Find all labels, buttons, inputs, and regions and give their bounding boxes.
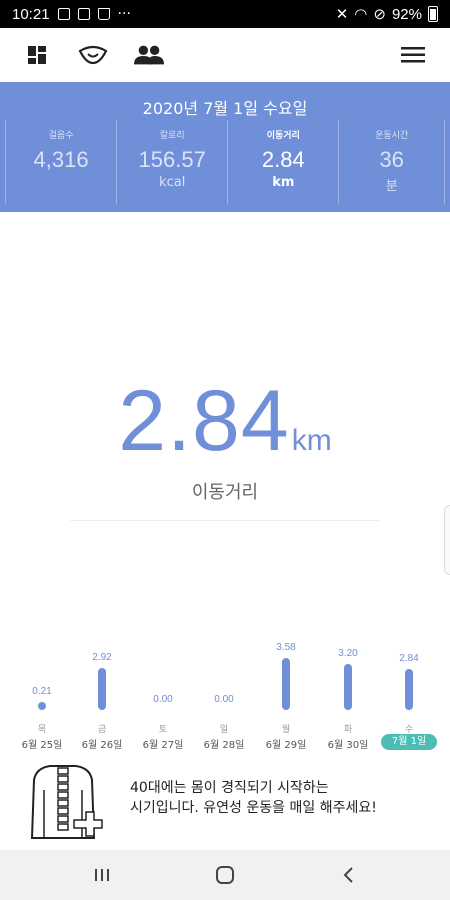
battery-icon — [428, 6, 438, 22]
stat-steps[interactable]: 걸음수 4,316 — [5, 120, 116, 204]
news-icon — [77, 8, 90, 20]
stat-unit: kcal — [159, 175, 186, 190]
chart-weekday-label: 일 — [219, 725, 229, 735]
chart-value-label: 0.21 — [32, 686, 52, 697]
chart-date-label: 6월 27일 — [142, 740, 184, 751]
chart-weekday-label: 월 — [281, 725, 291, 735]
chart-date-label: 6월 25일 — [21, 740, 63, 751]
menu-icon[interactable] — [398, 40, 428, 70]
spine-illustration-icon — [22, 760, 104, 842]
stat-value: 156.57 — [138, 147, 206, 172]
system-nav-bar — [0, 850, 450, 900]
eye-icon[interactable] — [78, 40, 108, 70]
chart-day-column[interactable]: 3.20 화 6월 30일 — [318, 640, 378, 755]
chart-value-label: 2.84 — [399, 653, 419, 664]
chart-day-column[interactable]: 2.84 수 7월 1일 — [379, 640, 439, 755]
stat-label: 걸음수 — [48, 131, 74, 141]
main-metric-unit: km — [291, 424, 332, 457]
chart-value-label: 2.92 — [92, 652, 112, 663]
stat-exercise-time[interactable]: 운동시간 36 분 — [338, 120, 445, 204]
stat-label: 운동시간 — [375, 131, 409, 141]
chart-date-label: 6월 28일 — [203, 740, 245, 751]
chart-value-label: 0.00 — [214, 694, 234, 705]
stat-value: 2.84 — [261, 147, 305, 172]
chart-weekday-label: 토 — [158, 725, 168, 735]
stat-value: 4,316 — [33, 147, 89, 172]
chart-day-column[interactable]: 2.92 금 6월 26일 — [72, 640, 132, 755]
stat-unit: 분 — [385, 179, 398, 194]
dnd-icon: ⊘ — [373, 6, 386, 23]
stat-calories[interactable]: 칼로리 156.57 kcal — [116, 120, 227, 204]
chart-bar — [282, 658, 290, 710]
main-metric: 2.84km — [0, 372, 450, 471]
daily-summary-panel: 2020년 7월 1일 수요일 걸음수 4,316 칼로리 156.57 kca… — [0, 82, 450, 212]
back-icon[interactable] — [328, 855, 368, 895]
tip-line-1: 40대에는 몸이 경직되기 시작하는 — [130, 780, 329, 796]
chart-date-label: 6월 26일 — [81, 740, 123, 751]
tip-line-2: 시기입니다. 유연성 운동을 매일 해주세요! — [130, 800, 377, 816]
stat-label: 이동거리 — [266, 131, 300, 141]
chart-day-column[interactable]: 3.58 월 6월 29일 — [256, 640, 316, 755]
gallery-icon — [57, 8, 70, 20]
people-icon[interactable] — [134, 40, 164, 70]
status-bar: 10:21 ··· ✕ ◠ ⊘ 92% — [0, 0, 450, 28]
chart-today-badge: 7월 1일 — [381, 734, 437, 750]
chart-weekday-label: 목 — [37, 725, 47, 735]
chart-bar — [98, 668, 106, 710]
chart-day-column[interactable]: 0.00 일 6월 28일 — [194, 640, 254, 755]
chart-bar — [344, 664, 352, 710]
chart-date-label: 6월 30일 — [327, 740, 369, 751]
side-panel-handle[interactable] — [444, 505, 450, 575]
chart-bar — [38, 702, 46, 710]
stat-value: 36 — [379, 147, 404, 172]
stat-label: 칼로리 — [159, 131, 185, 141]
stat-distance[interactable]: 이동거리 2.84 km — [227, 120, 338, 204]
chart-value-label: 0.00 — [153, 694, 173, 705]
top-nav — [0, 28, 450, 82]
status-time: 10:21 — [12, 5, 50, 23]
chart-bar — [405, 669, 413, 710]
recent-apps-icon[interactable] — [82, 855, 122, 895]
more-notifications-icon: ··· — [117, 6, 131, 22]
chart-value-label: 3.58 — [276, 642, 296, 653]
summary-date: 2020년 7월 1일 수요일 — [142, 99, 308, 118]
main-metric-label: 이동거리 — [191, 482, 259, 503]
stat-unit: km — [272, 175, 295, 190]
wifi-icon: ◠ — [354, 6, 368, 23]
weekly-distance-chart: 0.21 목 6월 25일 2.92 금 6월 26일 0.00 토 6월 27일 0.00 일 6월… — [0, 640, 450, 755]
main-metric-value: 2.84 — [118, 373, 290, 469]
mute-icon: ✕ — [335, 6, 349, 23]
battery-level: 92% — [391, 5, 422, 23]
chart-day-column[interactable]: 0.21 목 6월 25일 — [12, 640, 72, 755]
tip-text: 40대에는 몸이 경직되기 시작하는 시기입니다. 유연성 운동을 매일 해주세… — [130, 778, 440, 818]
home-icon[interactable] — [205, 855, 245, 895]
chart-day-column[interactable]: 0.00 토 6월 27일 — [133, 640, 193, 755]
chart-weekday-label: 화 — [343, 725, 353, 735]
divider — [70, 520, 380, 521]
chart-date-label: 6월 29일 — [265, 740, 307, 751]
chart-value-label: 3.20 — [338, 648, 358, 659]
dashboard-icon[interactable] — [22, 40, 52, 70]
shopping-bag-icon — [97, 8, 110, 20]
health-tip: 40대에는 몸이 경직되기 시작하는 시기입니다. 유연성 운동을 매일 해주세… — [0, 760, 450, 848]
chart-weekday-label: 금 — [97, 725, 107, 735]
